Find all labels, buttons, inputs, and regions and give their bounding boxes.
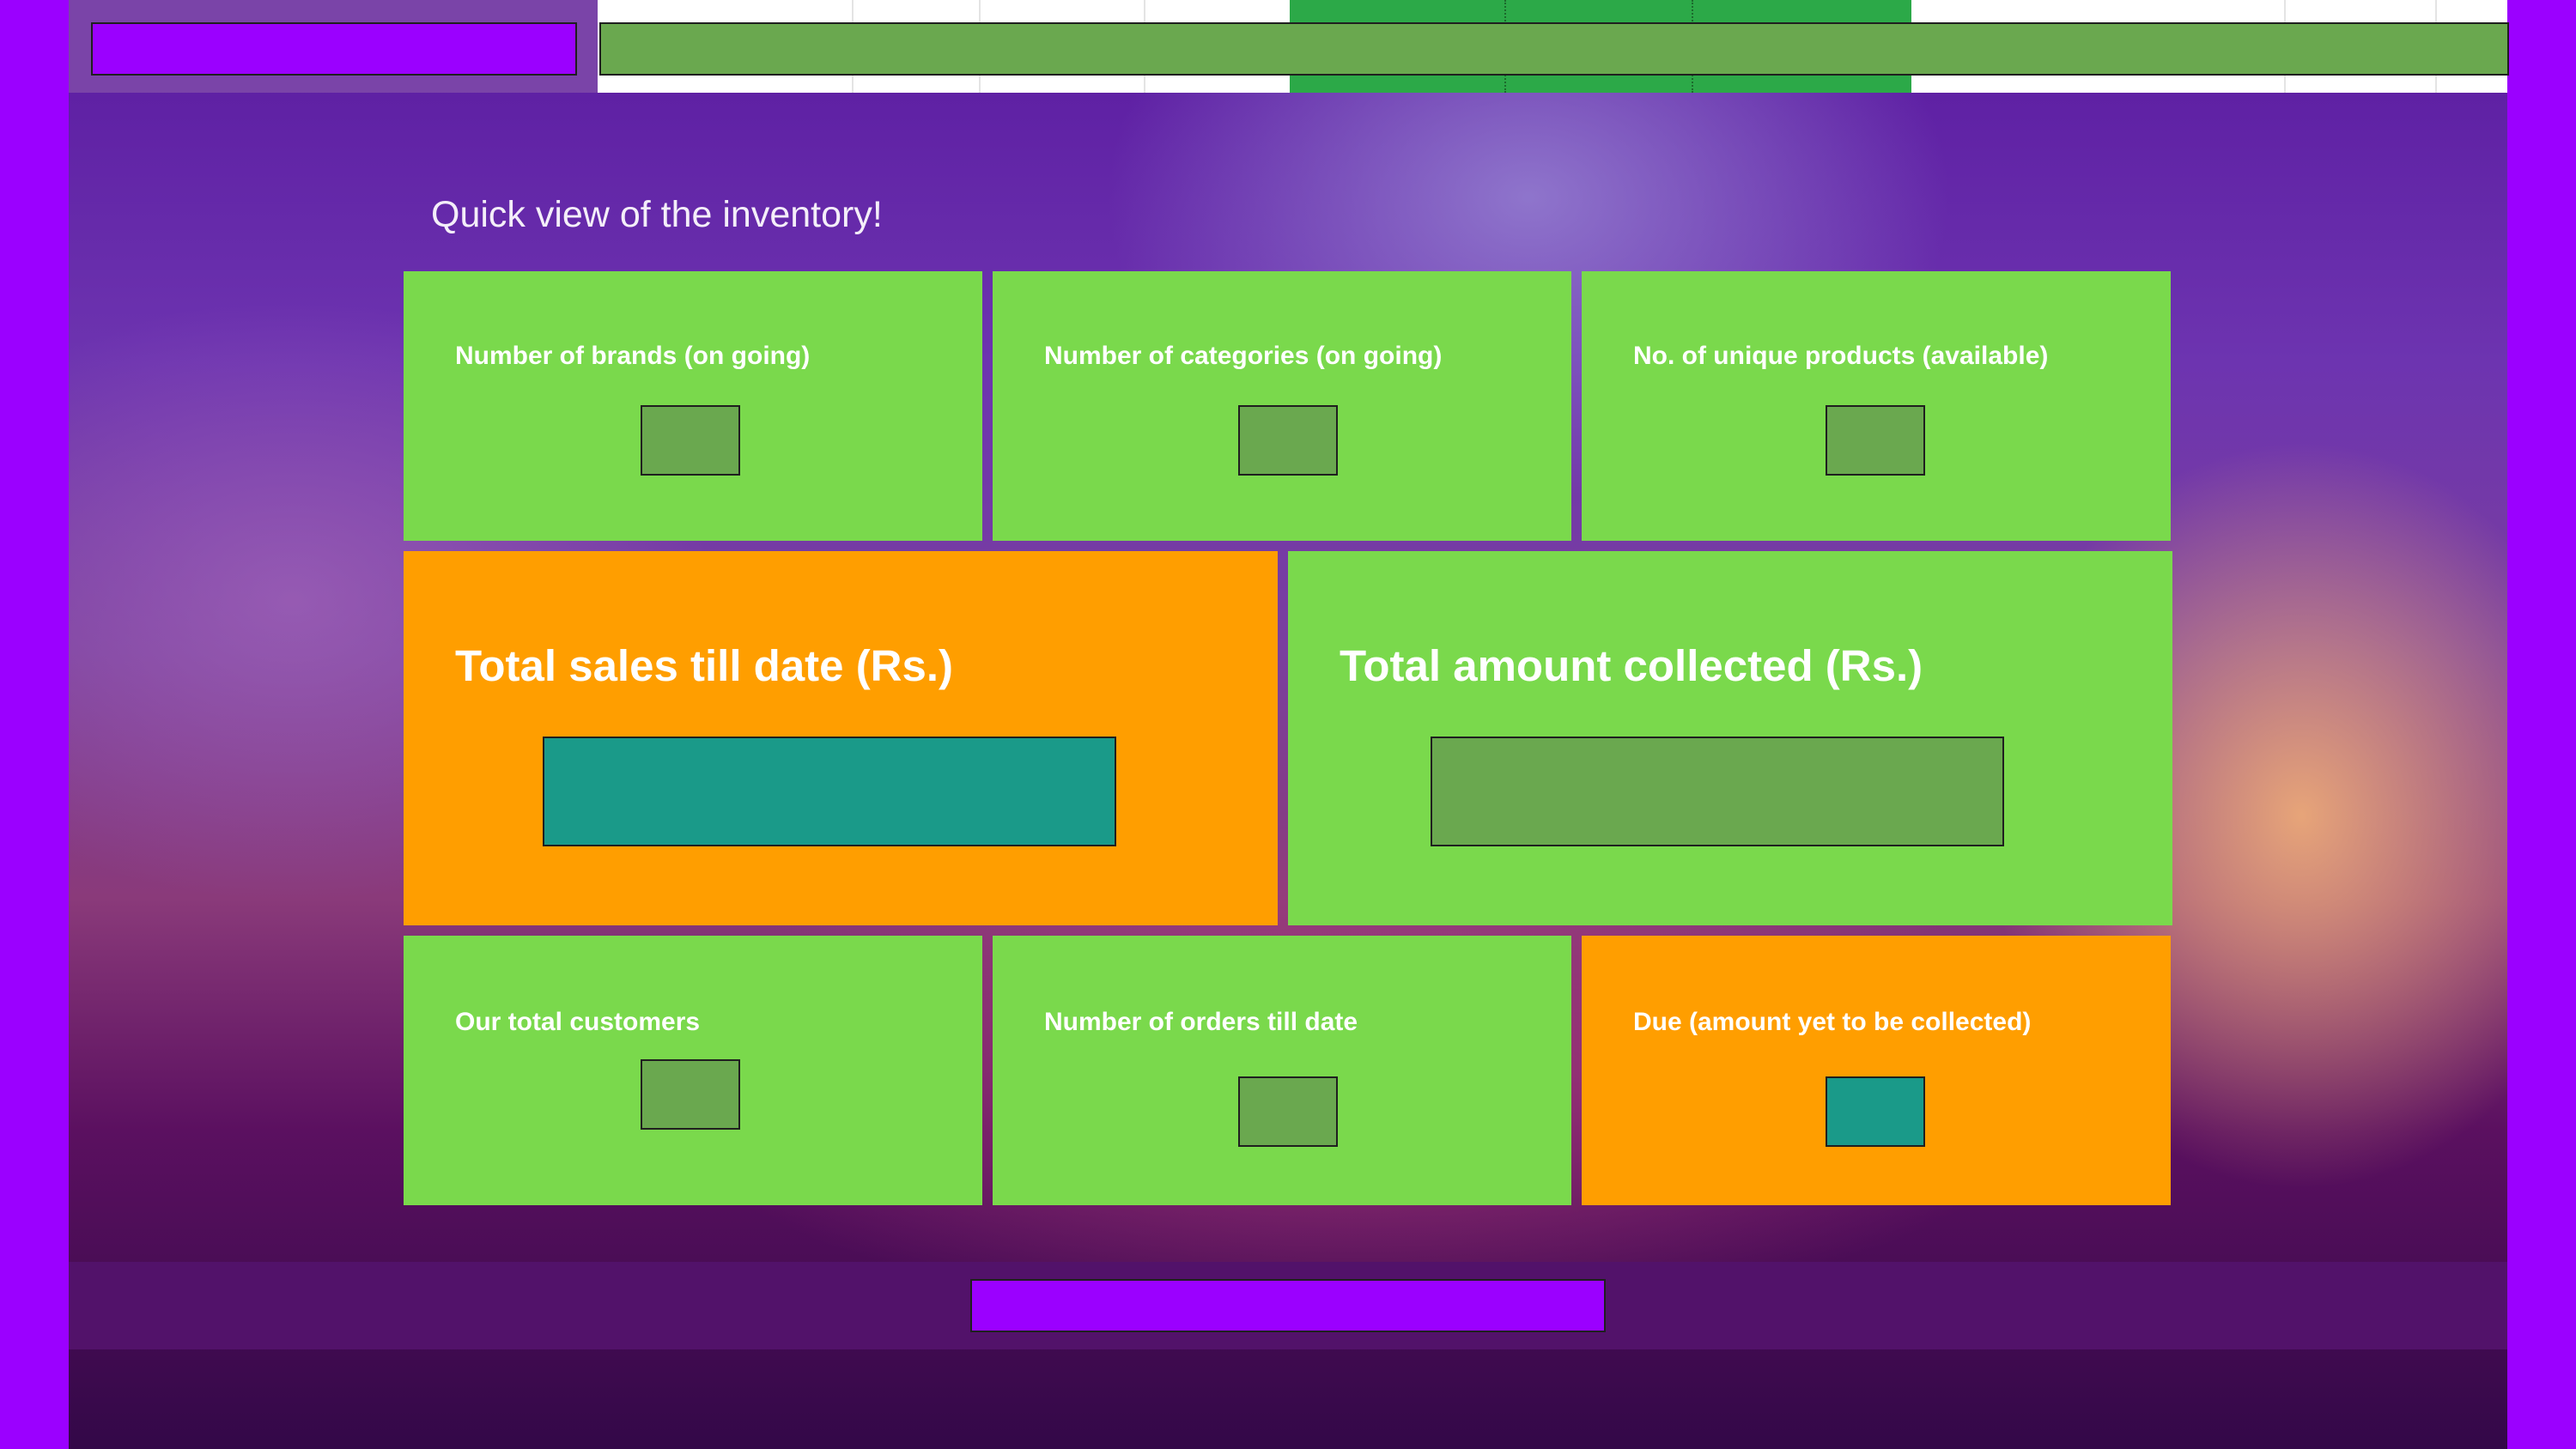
card-total-sales: Total sales till date (Rs.) [404,551,1278,925]
navigation-bar[interactable] [599,22,2509,76]
card-total-sales-value [543,737,1116,846]
card-unique-products: No. of unique products (available) [1582,271,2171,541]
card-brands-value [641,405,740,476]
right-rail [2507,0,2576,1449]
card-categories-value [1238,405,1338,476]
card-due-value [1826,1076,1925,1147]
card-brands: Number of brands (on going) [404,271,982,541]
card-amount-collected-label: Total amount collected (Rs.) [1340,641,1923,690]
card-brands-label: Number of brands (on going) [455,342,811,370]
card-customers-value [641,1059,740,1130]
card-customers: Our total customers [404,936,982,1205]
card-total-sales-label: Total sales till date (Rs.) [455,641,954,690]
card-due: Due (amount yet to be collected) [1582,936,2171,1205]
card-due-label: Due (amount yet to be collected) [1633,1008,2032,1036]
card-customers-label: Our total customers [455,1008,701,1036]
card-orders-value [1238,1076,1338,1147]
dashboard-page: Quick view of the inventory! Number of b… [0,0,2576,1449]
card-unique-products-label: No. of unique products (available) [1633,342,2049,370]
card-orders-label: Number of orders till date [1044,1008,1358,1036]
card-orders: Number of orders till date [993,936,1571,1205]
card-amount-collected-value [1431,737,2004,846]
card-categories: Number of categories (on going) [993,271,1571,541]
page-title: Quick view of the inventory! [431,194,883,235]
brand-placeholder[interactable] [91,22,577,76]
card-categories-label: Number of categories (on going) [1044,342,1443,370]
card-unique-products-value [1826,405,1925,476]
footer-placeholder[interactable] [970,1279,1606,1332]
card-amount-collected: Total amount collected (Rs.) [1288,551,2172,925]
top-bar [69,0,2509,93]
left-rail [0,0,69,1449]
